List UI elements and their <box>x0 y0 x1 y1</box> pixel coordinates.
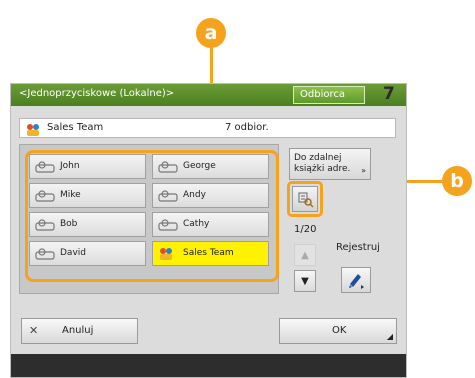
address-entry-andy[interactable]: Andy <box>152 183 269 208</box>
close-icon: ✕ <box>29 324 39 337</box>
ok-button[interactable]: OK ◢ <box>279 318 397 344</box>
group-icon <box>158 247 174 264</box>
register-button[interactable] <box>341 267 371 293</box>
address-list-panel: John George Mike Andy Bob Cathy David Sa… <box>19 144 279 294</box>
address-entry-cathy[interactable]: Cathy <box>152 212 269 237</box>
entry-label: Mike <box>60 190 81 200</box>
recipient-count: 7 <box>383 84 395 104</box>
bottom-bar <box>11 354 406 377</box>
entry-label: David <box>60 248 86 258</box>
group-icon <box>25 122 41 141</box>
person-icon <box>35 247 57 264</box>
recipient-tab[interactable]: Odbiorca <box>293 86 365 104</box>
remote-address-book-label: Do zdalnej książki adre. <box>294 153 351 174</box>
remote-address-book-button[interactable]: Do zdalnej książki adre. » <box>289 148 371 180</box>
callout-a: a <box>196 18 226 48</box>
register-label: Rejestruj <box>336 242 380 253</box>
destination-name: Sales Team <box>47 122 104 133</box>
entry-label: Bob <box>60 219 78 229</box>
person-icon <box>158 189 180 206</box>
address-entry-sales-team[interactable]: Sales Team <box>152 241 269 266</box>
address-entry-mike[interactable]: Mike <box>29 183 146 208</box>
chevron-right-icon: » <box>361 166 366 175</box>
arrow-down-icon: ▼ <box>301 275 309 287</box>
title-bar: <Jednoprzyciskowe (Lokalne)> Odbiorca 7 <box>11 84 406 106</box>
address-entry-john[interactable]: John <box>29 154 146 179</box>
scroll-down-button[interactable]: ▼ <box>294 270 316 292</box>
pen-icon <box>342 274 370 296</box>
ok-label: OK <box>332 325 347 336</box>
entry-label: George <box>183 161 216 171</box>
address-entry-david[interactable]: David <box>29 241 146 266</box>
destination-count: 7 odbior. <box>225 122 269 133</box>
person-icon <box>35 218 57 235</box>
selected-destination-row: Sales Team 7 odbior. <box>19 118 396 138</box>
person-icon <box>35 160 57 177</box>
enter-corner-icon: ◢ <box>386 332 393 341</box>
cancel-label: Anuluj <box>62 325 94 336</box>
entry-label: John <box>60 161 80 171</box>
person-icon <box>35 189 57 206</box>
details-button[interactable] <box>292 186 318 212</box>
entry-label: Andy <box>183 190 206 200</box>
arrow-up-icon: ▲ <box>301 249 309 261</box>
person-icon <box>158 218 180 235</box>
page-indicator: 1/20 <box>294 224 317 235</box>
address-entry-george[interactable]: George <box>152 154 269 179</box>
details-icon <box>293 192 317 215</box>
scroll-up-button[interactable]: ▲ <box>294 244 316 266</box>
cancel-button[interactable]: ✕ Anuluj <box>21 318 138 344</box>
person-icon <box>158 160 180 177</box>
screen-title: <Jednoprzyciskowe (Lokalne)> <box>19 88 175 99</box>
callout-b: b <box>442 166 472 196</box>
entry-label: Sales Team <box>183 248 234 258</box>
entry-label: Cathy <box>183 219 210 229</box>
address-entry-bob[interactable]: Bob <box>29 212 146 237</box>
device-screen: <Jednoprzyciskowe (Lokalne)> Odbiorca 7 … <box>10 83 407 378</box>
